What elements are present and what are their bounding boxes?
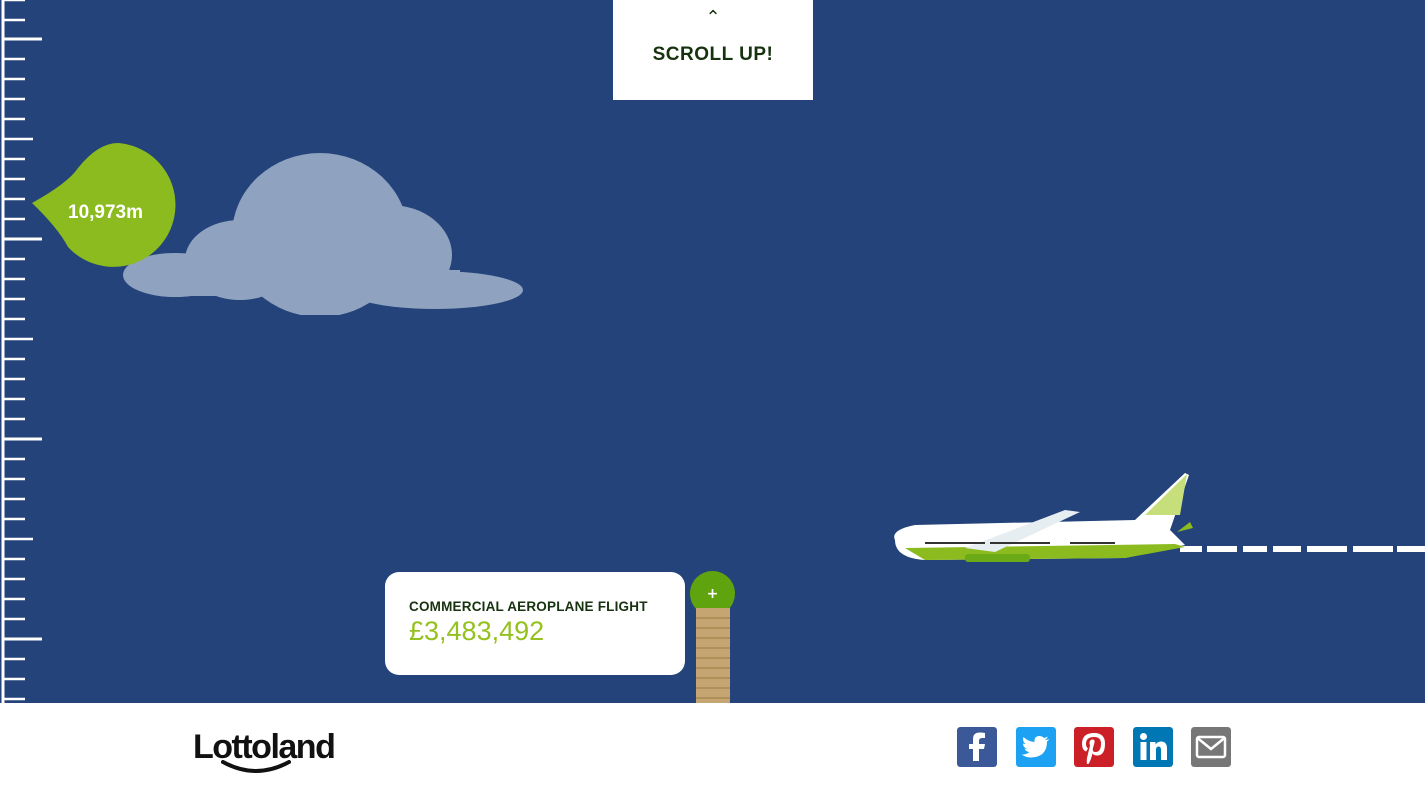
pinterest-icon[interactable]	[1074, 727, 1114, 767]
twitter-icon[interactable]	[1016, 727, 1056, 767]
altitude-ruler	[1, 0, 42, 703]
airplane-illustration	[894, 473, 1425, 562]
info-card-value: £3,483,492	[409, 616, 545, 646]
email-icon[interactable]	[1191, 727, 1231, 767]
info-card-title: COMMERCIAL AEROPLANE FLIGHT	[409, 599, 648, 614]
footer: Lottoland	[0, 703, 1425, 788]
scroll-up-label: SCROLL UP!	[652, 44, 774, 65]
scroll-up-button[interactable]: ⌃ SCROLL UP!	[613, 0, 813, 100]
lottoland-logo[interactable]: Lottoland	[193, 728, 345, 780]
linkedin-icon[interactable]	[1133, 727, 1173, 767]
sky-background: 10,973m ⌃ SCROLL UP! COMMERCIAL AEROPLAN…	[0, 0, 1425, 703]
altitude-label: 10,973m	[68, 202, 144, 223]
logo-swoosh-icon	[221, 760, 291, 773]
coin-stack	[696, 608, 730, 703]
facebook-icon[interactable]	[957, 727, 997, 767]
chevron-up-icon: ⌃	[705, 7, 721, 28]
info-card: COMMERCIAL AEROPLANE FLIGHT £3,483,492	[385, 572, 685, 675]
